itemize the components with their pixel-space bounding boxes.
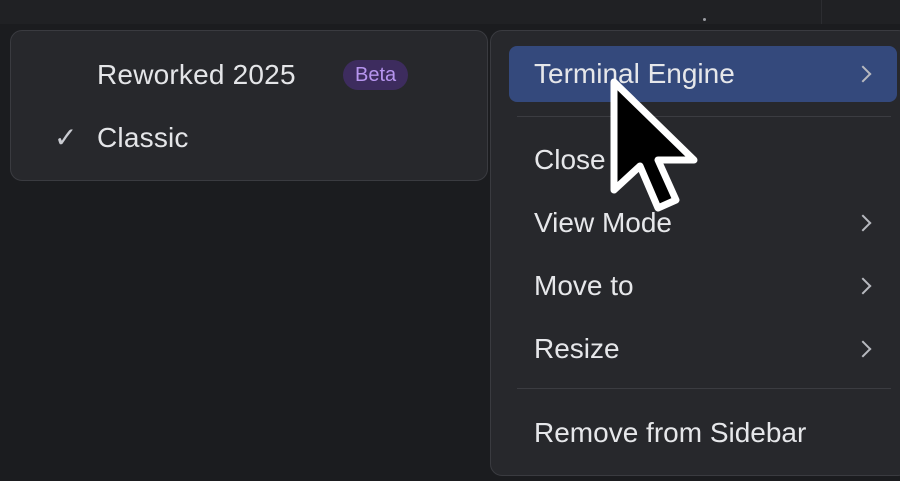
submenu-item-classic[interactable]: ✓ Classic bbox=[11, 114, 487, 162]
toolbar-divider bbox=[821, 0, 822, 24]
menu-item-terminal-engine[interactable]: Terminal Engine bbox=[509, 46, 897, 102]
top-toolbar bbox=[0, 0, 900, 24]
chevron-right-icon bbox=[854, 277, 872, 295]
toolbar-dot bbox=[703, 18, 706, 21]
menu-item-remove-from-sidebar[interactable]: Remove from Sidebar bbox=[509, 405, 897, 461]
context-menu: Terminal Engine Close View Mode Move to … bbox=[490, 30, 900, 476]
chevron-right-icon bbox=[854, 65, 872, 83]
beta-badge: Beta bbox=[343, 60, 409, 90]
submenu-item-label: Reworked 2025 bbox=[97, 59, 296, 90]
menu-item-label: View Mode bbox=[534, 207, 673, 238]
menu-item-label: Terminal Engine bbox=[534, 58, 735, 89]
menu-item-view-mode[interactable]: View Mode bbox=[509, 195, 897, 251]
menu-item-label: Close bbox=[534, 144, 606, 175]
chevron-right-icon bbox=[854, 214, 872, 232]
menu-item-close[interactable]: Close bbox=[509, 132, 897, 188]
menu-item-label: Move to bbox=[534, 270, 634, 301]
terminal-engine-submenu: Reworked 2025 Beta ✓ Classic bbox=[10, 30, 488, 181]
menu-item-label: Remove from Sidebar bbox=[534, 417, 807, 448]
submenu-item-label: Classic bbox=[97, 122, 189, 153]
app-background: Reworked 2025 Beta ✓ Classic Terminal En… bbox=[0, 0, 900, 481]
submenu-item-reworked-2025[interactable]: Reworked 2025 Beta bbox=[11, 51, 487, 99]
menu-separator bbox=[517, 388, 891, 389]
menu-item-label: Resize bbox=[534, 333, 620, 364]
menu-separator bbox=[517, 116, 891, 117]
check-icon: ✓ bbox=[54, 122, 78, 153]
chevron-right-icon bbox=[854, 340, 872, 358]
menu-item-move-to[interactable]: Move to bbox=[509, 258, 897, 314]
menu-item-resize[interactable]: Resize bbox=[509, 321, 897, 377]
